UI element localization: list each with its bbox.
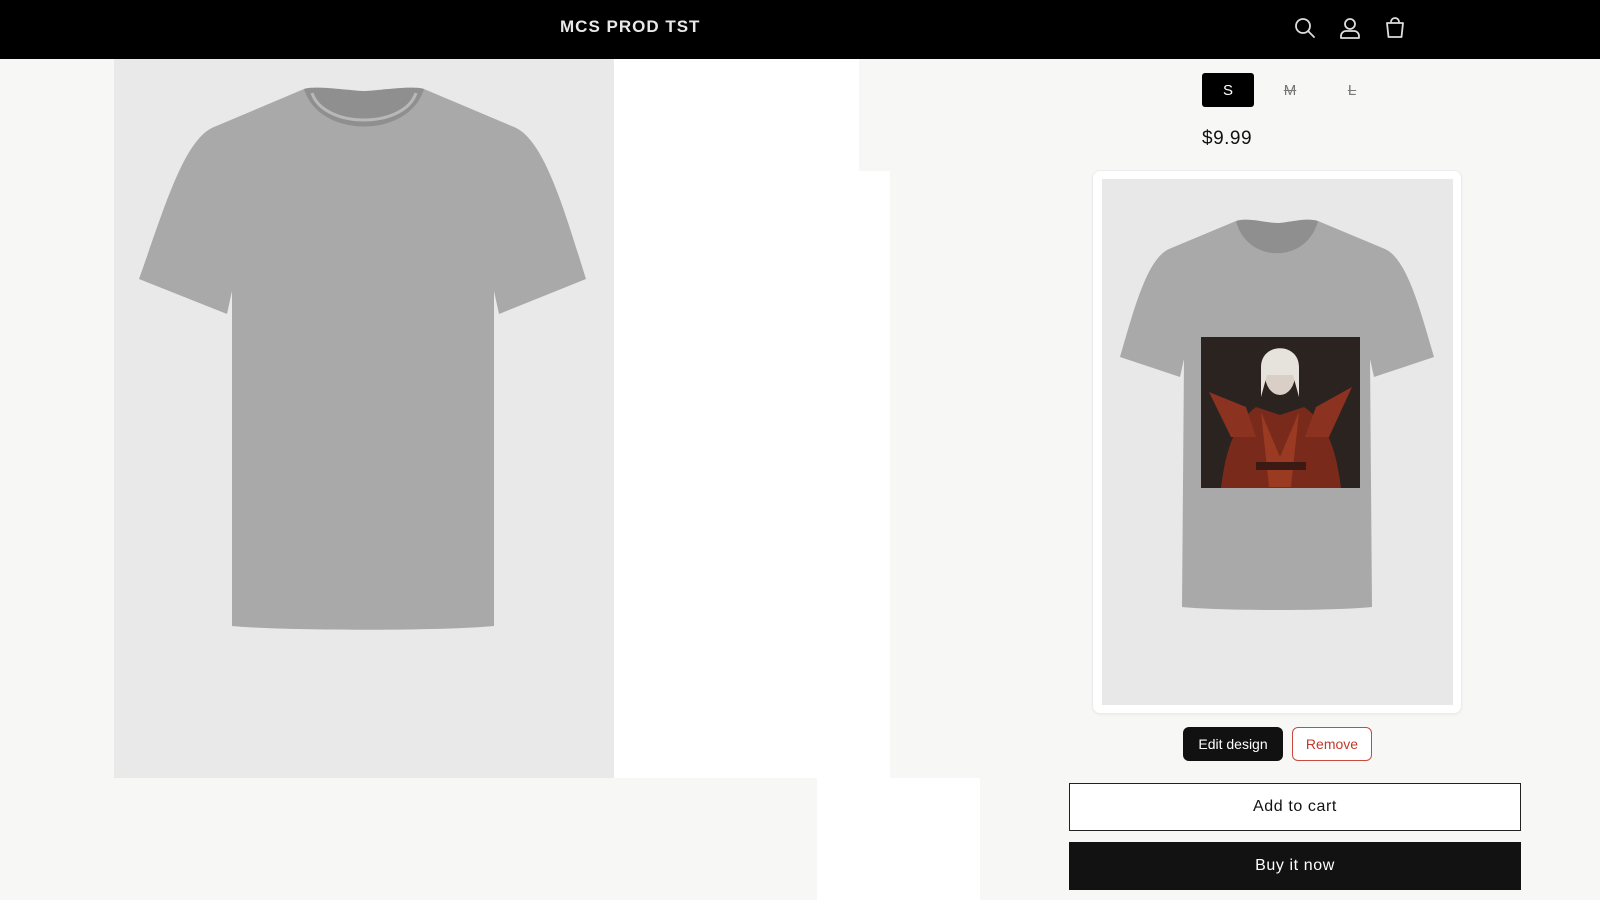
bg-panel [817,778,980,900]
custom-design-artwork[interactable] [1201,337,1360,488]
cart-icon[interactable] [1381,14,1409,42]
account-icon[interactable] [1336,14,1364,42]
store-logo-text[interactable]: MCS PROD TST [560,17,700,37]
design-preview-card [1092,170,1462,714]
site-header: MCS PROD TST [0,0,1600,59]
remove-design-button[interactable]: Remove [1292,727,1372,761]
design-preview-image [1102,179,1453,705]
size-option-s[interactable]: S [1202,73,1254,107]
search-icon[interactable] [1291,14,1319,42]
add-to-cart-button[interactable]: Add to cart [1069,783,1521,831]
bg-panel [614,171,890,778]
buy-it-now-button[interactable]: Buy it now [1069,842,1521,890]
edit-design-button[interactable]: Edit design [1183,727,1283,761]
product-main-image[interactable] [114,59,614,778]
product-price: $9.99 [1202,128,1253,149]
tshirt-image [139,87,586,630]
vampire-character-art [1201,337,1360,488]
bg-panel [614,59,859,171]
size-option-m[interactable]: M [1264,73,1316,107]
size-option-l[interactable]: L [1326,73,1378,107]
